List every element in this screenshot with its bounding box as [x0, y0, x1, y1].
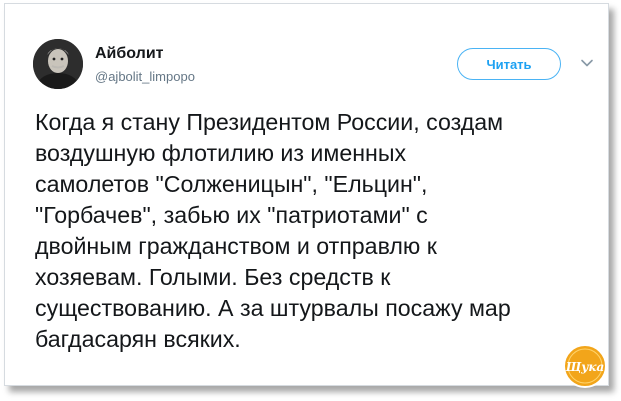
author-handle[interactable]: @ajbolit_limpopo — [95, 69, 195, 84]
chevron-down-icon[interactable] — [580, 56, 594, 70]
tweet-text-line: Когда я стану Президентом России, создам — [35, 109, 504, 135]
tweet-text: Когда я стану Президентом России, создам… — [35, 107, 595, 355]
avatar-portrait-icon — [33, 39, 83, 89]
tweet-text-line: воздушную флотилию из именных — [35, 140, 407, 166]
watermark-text: Щука — [565, 360, 605, 374]
tweet-card: Айболит @ajbolit_limpopo Читать Когда я … — [4, 3, 609, 389]
follow-button[interactable]: Читать — [457, 48, 561, 80]
tweet-text-line: багдасарян всяких. — [35, 326, 241, 352]
watermark-badge: Щука — [562, 343, 608, 389]
author-avatar[interactable] — [33, 39, 83, 89]
tweet-text-line: существованию. А за штурвалы посажу мар — [35, 295, 511, 321]
tweet-text-line: самолетов "Солженицын", "Ельцин", — [35, 171, 428, 197]
tweet-text-line: хозяевам. Голыми. Без средств к — [35, 264, 391, 290]
author-name[interactable]: Айболит — [95, 45, 163, 63]
tweet-text-line: "Горбачев", забью их "патриотами" с — [35, 202, 428, 228]
screenshot-frame: Айболит @ajbolit_limpopo Читать Когда я … — [0, 0, 621, 401]
tweet-text-line: двойным гражданством и отправлю к — [35, 233, 437, 259]
